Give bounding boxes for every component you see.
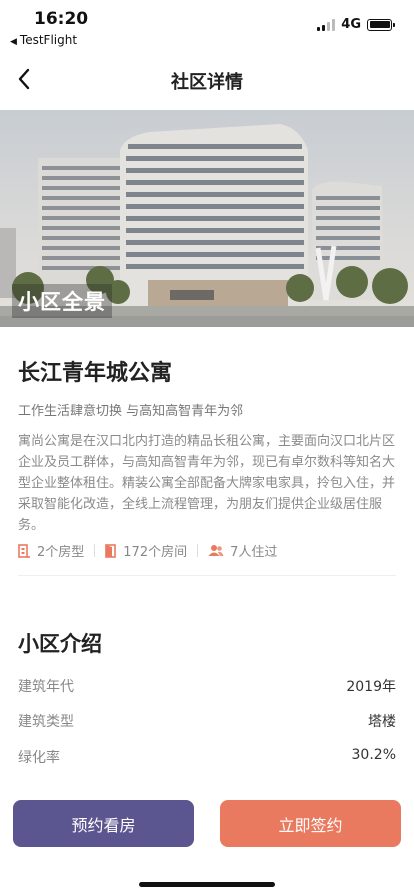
stat-residents-text: 7人住过 (230, 545, 278, 560)
status-bar: 16:20 ◀ TestFlight 4G (0, 0, 414, 50)
info-key: 绿化率 (18, 750, 60, 766)
building-icon (18, 543, 30, 558)
back-to-app-link[interactable]: ◀ TestFlight (10, 33, 77, 47)
stat-rooms-text: 172个房间 (123, 545, 188, 560)
stat-rooms: 172个房间 (105, 541, 187, 560)
community-photo[interactable]: 小区全景 (0, 110, 414, 327)
community-name: 长江青年城公寓 (18, 361, 173, 386)
community-description: 寓尚公寓是在汉口北内打造的精品长租公寓，主要面向汉口北片区企业及员工群体，与高知… (18, 434, 396, 533)
info-value: 塔楼 (368, 714, 396, 730)
info-row-green-rate: 绿化率 30.2% (18, 747, 396, 767)
book-viewing-button[interactable]: 预约看房 (13, 800, 194, 847)
status-indicators: 4G (317, 17, 395, 32)
stat-room-types: 2个房型 (18, 541, 84, 560)
community-slogan: 工作生活肆意切换 与高知高智青年为邻 (18, 404, 244, 419)
people-icon (208, 545, 224, 556)
stat-room-types-text: 2个房型 (37, 545, 85, 560)
back-triangle-icon: ◀ (10, 37, 17, 47)
status-time: 16:20 (34, 9, 89, 29)
nav-bar: 社区详情 (0, 52, 414, 108)
info-value: 30.2% (351, 747, 396, 763)
back-app-label: TestFlight (19, 33, 78, 47)
door-icon (105, 543, 117, 558)
info-key: 建筑类型 (18, 714, 74, 730)
info-key: 建筑年代 (18, 679, 74, 695)
network-type: 4G (341, 17, 361, 32)
intro-section-title: 小区介绍 (18, 632, 102, 656)
page-title: 社区详情 (171, 72, 243, 93)
home-indicator[interactable] (139, 882, 275, 887)
divider (18, 575, 396, 576)
signal-icon (317, 18, 336, 31)
stat-residents: 7人住过 (208, 541, 277, 560)
bottom-action-bar: 预约看房 立即签约 (0, 765, 414, 896)
info-value: 2019年 (346, 679, 396, 695)
info-row-build-type: 建筑类型 塔楼 (18, 711, 396, 731)
sign-now-button[interactable]: 立即签约 (220, 800, 401, 847)
community-stats: 2个房型 172个房间 7人住过 (18, 541, 277, 560)
stat-separator (94, 544, 96, 557)
photo-label: 小区全景 (12, 284, 112, 318)
battery-icon (367, 18, 395, 31)
info-row-build-year: 建筑年代 2019年 (18, 676, 396, 696)
stat-separator (197, 544, 199, 557)
